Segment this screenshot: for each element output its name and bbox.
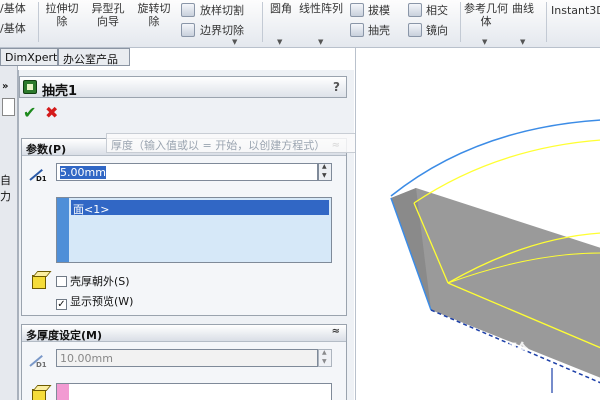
ribbon-boss-base-1[interactable]: /基体 bbox=[0, 2, 26, 15]
shell-button[interactable]: 抽壳 bbox=[368, 24, 390, 37]
draft-button[interactable]: 拔模 bbox=[368, 4, 390, 17]
manager-tabs: DimXpert 办公室产品 bbox=[0, 48, 158, 66]
chevron-down-icon[interactable]: ▼ bbox=[318, 38, 323, 46]
multi-thickness-group-header[interactable]: 多厚度设定(M) ≈ bbox=[22, 325, 346, 342]
chevron-down-icon[interactable]: ▼ bbox=[277, 38, 282, 46]
boundary-cut-button[interactable]: 边界切除 bbox=[200, 24, 244, 37]
ribbon-separator bbox=[460, 2, 461, 42]
instant3d-button[interactable]: Instant3D bbox=[551, 4, 600, 17]
shell-outward-option[interactable]: 壳厚朝外(S) bbox=[56, 273, 130, 289]
shell-outward-label: 壳厚朝外(S) bbox=[70, 275, 130, 288]
multi-thickness-dimension-icon: D1 bbox=[28, 351, 48, 369]
expand-chevron-icon[interactable]: » bbox=[2, 81, 8, 92]
parameters-group: 参数(P) ≈ D1 5.00mm 面<1> 壳厚朝外(S) ✓显示预览(W) bbox=[21, 138, 347, 316]
hole-wizard-button[interactable]: 异型孔向导 bbox=[88, 2, 128, 28]
list-item[interactable]: 面<1> bbox=[71, 200, 329, 216]
intersect-button[interactable]: 相交 bbox=[426, 4, 448, 17]
chevron-down-icon[interactable]: ▼ bbox=[520, 38, 525, 46]
faces-selection-icon bbox=[32, 275, 46, 289]
mirror-button[interactable]: 镜向 bbox=[426, 24, 448, 37]
chevron-down-icon[interactable]: ▼ bbox=[232, 38, 237, 46]
thickness-value: 5.00mm bbox=[60, 166, 106, 179]
collapse-icon[interactable]: ≈ bbox=[332, 326, 340, 337]
intersect-icon[interactable] bbox=[408, 3, 422, 17]
multi-faces-list[interactable] bbox=[56, 383, 332, 400]
linear-pattern-button[interactable]: 线性阵列 bbox=[298, 2, 344, 15]
inner-top-edge bbox=[413, 139, 600, 204]
ribbon-separator bbox=[546, 2, 547, 42]
multi-thickness-title: 多厚度设定(M) bbox=[26, 329, 103, 342]
mirror-icon[interactable] bbox=[408, 23, 422, 37]
thickness-dimension-icon: D1 bbox=[28, 165, 48, 183]
ribbon-boss-base-2[interactable]: /基体 bbox=[0, 22, 26, 35]
outer-top-edge bbox=[390, 119, 600, 197]
left-panel-box[interactable] bbox=[2, 98, 15, 116]
extruded-cut-button[interactable]: 拉伸切除 bbox=[42, 2, 82, 28]
ok-button[interactable]: ✔ bbox=[23, 105, 36, 121]
feature-title-bar: 抽壳1 ? bbox=[19, 76, 347, 99]
cancel-button[interactable]: ✖ bbox=[45, 105, 58, 121]
show-preview-label: 显示预览(W) bbox=[70, 295, 134, 308]
shell-icon[interactable] bbox=[350, 23, 364, 37]
show-preview-checkbox[interactable]: ✓ bbox=[56, 299, 67, 310]
chevron-down-icon[interactable]: ▼ bbox=[482, 38, 487, 46]
parameters-title: 参数(P) bbox=[26, 143, 67, 156]
shell-outward-checkbox[interactable] bbox=[56, 276, 67, 287]
multi-thickness-input[interactable]: 10.00mm bbox=[56, 349, 318, 367]
baidu-watermark-url: jingyan.baidu.com bbox=[462, 360, 546, 370]
ribbon-separator bbox=[262, 2, 263, 42]
lofted-cut-icon[interactable] bbox=[181, 3, 195, 17]
thickness-spinner[interactable] bbox=[318, 163, 332, 181]
thickness-tooltip: 厚度（输入值或以 = 开始，以创建方程式） bbox=[106, 133, 356, 153]
show-preview-option[interactable]: ✓ 显示预览(W) bbox=[56, 293, 133, 310]
command-ribbon: /基体 /基体 拉伸切除 异型孔向导 旋转切除 放样切割 边界切除 ▼ ▼ 圆角… bbox=[0, 0, 600, 48]
reference-geometry-button[interactable]: 参考几何体 bbox=[464, 2, 508, 28]
multi-thickness-group: 多厚度设定(M) ≈ D1 10.00mm bbox=[21, 324, 347, 400]
tab-dimxpert[interactable]: DimXpert bbox=[0, 48, 58, 66]
curves-button[interactable]: 曲线 bbox=[512, 2, 534, 15]
thickness-input[interactable]: 5.00mm bbox=[56, 163, 318, 181]
help-icon[interactable]: ? bbox=[333, 80, 340, 94]
faces-to-remove-list[interactable]: 面<1> bbox=[56, 197, 332, 263]
property-manager: 抽壳1 ? ✔ ✖ 参数(P) ≈ D1 5.00mm 面<1> 壳厚朝外(S)… bbox=[18, 70, 354, 400]
revolved-cut-button[interactable]: 旋转切除 bbox=[134, 2, 174, 28]
shell-feature-icon bbox=[23, 80, 37, 94]
ribbon-separator bbox=[38, 2, 39, 42]
fillet-button[interactable]: 圆角 bbox=[266, 2, 296, 15]
tab-office-products[interactable]: 办公室产品 bbox=[58, 48, 130, 66]
draft-icon[interactable] bbox=[350, 3, 364, 17]
feature-title: 抽壳1 bbox=[42, 84, 78, 99]
left-collapsed-panel: » 自力 bbox=[0, 48, 18, 400]
boundary-cut-icon[interactable] bbox=[181, 23, 195, 37]
lofted-cut-button[interactable]: 放样切割 bbox=[200, 4, 244, 17]
left-panel-text: 自力 bbox=[0, 174, 11, 203]
multi-thickness-spinner[interactable] bbox=[318, 349, 332, 367]
multi-faces-icon bbox=[32, 389, 46, 400]
